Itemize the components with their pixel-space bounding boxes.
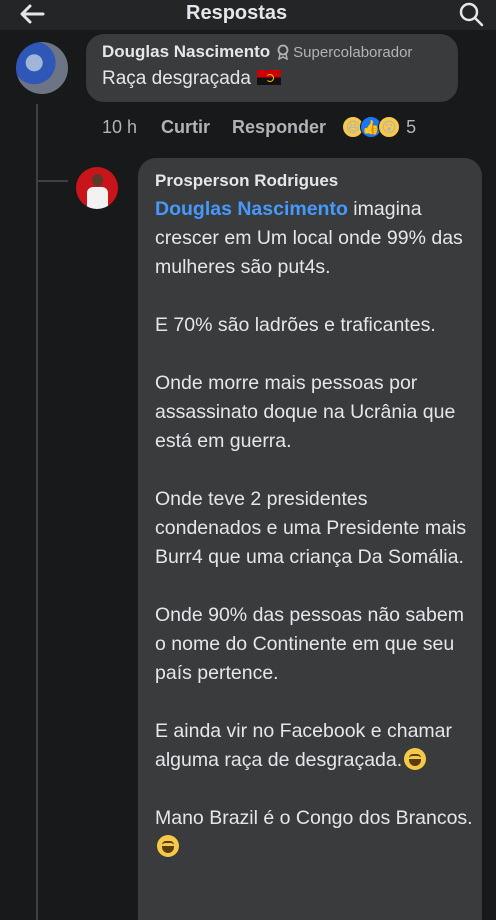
like-button[interactable]: Curtir — [161, 117, 210, 138]
thread-branch-line — [36, 180, 68, 182]
reply-button[interactable]: Responder — [232, 117, 326, 138]
reply-paragraph: E 70% são ladrões e traficantes. — [155, 314, 436, 336]
reaction-summary[interactable]: 😆 👍 😮 5 — [342, 116, 416, 138]
reply-text: Douglas Nascimento imagina crescer em Um… — [155, 195, 473, 891]
search-button[interactable] — [454, 0, 488, 28]
comment-timestamp[interactable]: 10 h — [102, 117, 137, 138]
author-name[interactable]: Douglas Nascimento — [102, 42, 270, 62]
reply-avatar[interactable] — [76, 167, 118, 209]
reply-paragraph: Onde morre mais pessoas por assassinato … — [155, 372, 456, 452]
award-icon — [277, 44, 289, 60]
reply-paragraph: Onde 90% das pessoas não sabem o nome do… — [155, 604, 464, 684]
back-button[interactable] — [14, 0, 50, 28]
laughing-tears-emoji-icon — [404, 748, 427, 770]
avatar[interactable] — [16, 42, 68, 94]
comment-author: Douglas Nascimento Supercolaborador — [102, 42, 412, 62]
mention-link[interactable]: Douglas Nascimento — [155, 198, 348, 220]
arrow-left-icon — [20, 4, 45, 24]
top-app-bar: Respostas — [0, 0, 496, 30]
supercolaborador-badge: Supercolaborador — [276, 44, 412, 61]
comment-text-content: Raça desgraçada — [102, 68, 251, 89]
comment-text: Raça desgraçada — [102, 68, 281, 90]
page-title: Respostas — [186, 2, 288, 24]
reaction-count: 5 — [406, 116, 417, 137]
reply-author[interactable]: Prosperson Rodrigues — [155, 171, 338, 191]
reply-paragraph: Mano Brazil é o Congo dos Brancos. — [155, 804, 473, 862]
thread-line — [36, 104, 38, 920]
comment-actions: 10 h Curtir Responder 😆 👍 😮 5 — [102, 116, 416, 138]
angola-flag-icon — [256, 70, 281, 85]
badge-label: Supercolaborador — [293, 43, 413, 61]
reply-paragraph-text: Mano Brazil é o Congo dos Brancos. — [155, 807, 473, 829]
search-icon — [459, 2, 484, 27]
laughing-tears-emoji-icon — [157, 835, 179, 857]
reply-paragraph: E ainda vir no Facebook e chamar alguma … — [155, 717, 473, 775]
reply-paragraph: Douglas Nascimento imagina crescer em Um… — [155, 195, 473, 282]
reply-paragraph: Onde teve 2 presidentes condenados e uma… — [155, 488, 467, 568]
wow-icon: 😮 — [378, 116, 401, 138]
